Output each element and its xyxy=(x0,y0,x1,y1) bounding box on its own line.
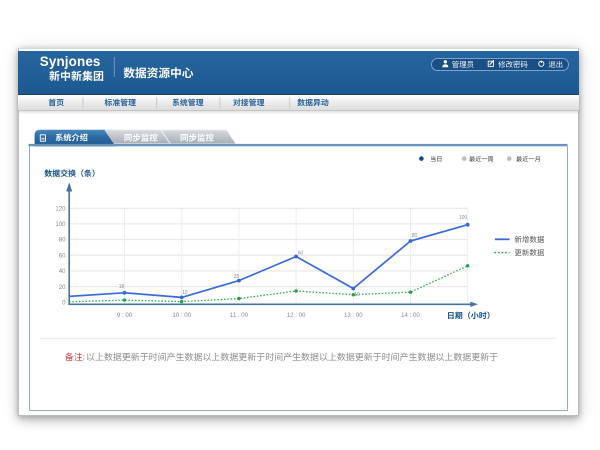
svg-text:60: 60 xyxy=(298,250,304,256)
svg-text:35: 35 xyxy=(234,274,240,280)
svg-text:100: 100 xyxy=(55,221,66,228)
svg-text:60: 60 xyxy=(59,252,66,259)
svg-text:10: 10 xyxy=(354,292,360,298)
svg-text::: : xyxy=(83,352,85,361)
svg-text:12 : 00: 12 : 00 xyxy=(287,312,306,319)
svg-text:20: 20 xyxy=(59,284,66,291)
svg-text:80: 80 xyxy=(412,233,418,239)
svg-text:0: 0 xyxy=(62,299,66,306)
svg-text:120: 120 xyxy=(55,205,66,212)
svg-text:40: 40 xyxy=(59,268,66,275)
svg-text:18: 18 xyxy=(119,284,125,290)
svg-text:10: 10 xyxy=(182,290,188,296)
svg-text:80: 80 xyxy=(59,237,66,244)
svg-text:100: 100 xyxy=(459,215,468,221)
svg-text:13 : 00: 13 : 00 xyxy=(344,312,363,319)
svg-text:11 : 00: 11 : 00 xyxy=(230,312,249,319)
svg-text:Synjones: Synjones xyxy=(40,54,101,69)
svg-text:9 : 00: 9 : 00 xyxy=(117,312,133,319)
svg-text:14 : 00: 14 : 00 xyxy=(401,312,420,319)
svg-text:10 : 00: 10 : 00 xyxy=(172,312,191,319)
